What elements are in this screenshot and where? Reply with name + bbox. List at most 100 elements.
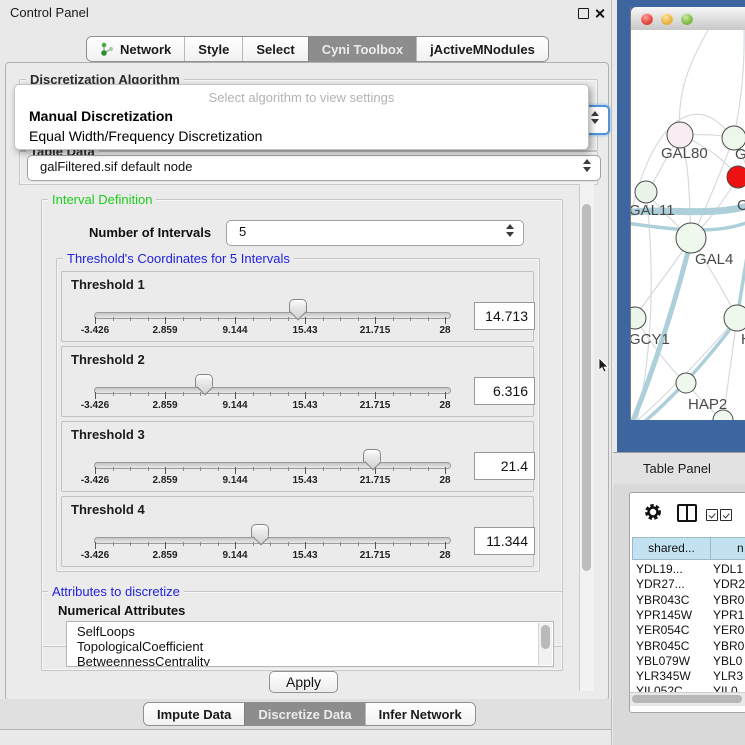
minor-tick (358, 542, 359, 546)
panel-title: Control Panel (10, 5, 89, 20)
network-node[interactable] (676, 373, 696, 393)
threshold-value-field[interactable]: 21.4 (474, 452, 535, 480)
minor-tick (148, 542, 149, 546)
checkbox-icon[interactable] (720, 509, 732, 521)
columns-icon[interactable] (677, 504, 697, 522)
node-label: G (735, 146, 745, 163)
minor-tick (200, 317, 201, 321)
column-header-shared[interactable]: shared... (632, 537, 711, 560)
num-intervals-spinner[interactable]: 5 (226, 220, 524, 246)
threshold-value-field[interactable]: 11.344 (474, 527, 535, 555)
threshold-value-field[interactable]: 14.713 (474, 302, 535, 330)
tab-jactivemnodules[interactable]: jActiveMNodules (416, 37, 548, 61)
network-node[interactable] (727, 166, 745, 188)
network-window: GAL80GCGAL11GAL4GCY1HHAP2 (630, 7, 745, 420)
algorithm-dropdown-popup: Select algorithm to view settings Manual… (14, 84, 589, 150)
minor-tick (358, 317, 359, 321)
minor-tick (270, 542, 271, 546)
major-tick (305, 467, 306, 474)
attribute-item[interactable]: TopologicalCoefficient (77, 639, 203, 654)
checkbox-icon[interactable] (706, 509, 718, 521)
network-canvas[interactable]: GAL80GCGAL11GAL4GCY1HHAP2 (631, 30, 745, 420)
bottom-tab-impute-data[interactable]: Impute Data (144, 703, 244, 725)
panel-scrollbar[interactable] (579, 184, 594, 691)
panel-scrollbar-thumb[interactable] (582, 204, 591, 571)
close-icon[interactable] (594, 8, 605, 19)
bottom-tab-discretize-data[interactable]: Discretize Data (244, 703, 364, 725)
attributes-scrollbar[interactable] (538, 623, 552, 665)
minor-tick (200, 467, 201, 471)
major-tick (165, 467, 166, 474)
major-tick (305, 392, 306, 399)
threshold-value-field[interactable]: 6.316 (474, 377, 535, 405)
table-hscrollbar-thumb[interactable] (632, 695, 742, 703)
node-label: GAL80 (661, 145, 708, 162)
minor-tick (428, 317, 429, 321)
algorithm-hint: Select algorithm to view settings (15, 90, 588, 105)
algorithm-option-2[interactable]: Equal Width/Frequency Discretization (16, 128, 589, 144)
network-edge[interactable] (631, 240, 691, 420)
major-tick (235, 542, 236, 549)
bottom-tab-bar: Impute DataDiscretize DataInfer Network (143, 702, 476, 726)
network-node[interactable] (724, 305, 745, 331)
tick-label: 2.859 (152, 400, 177, 411)
network-edge[interactable] (737, 226, 745, 318)
tab-select[interactable]: Select (242, 37, 307, 61)
node-label: HAP2 (688, 396, 727, 413)
tab-network[interactable]: Network (87, 37, 184, 61)
close-traffic-light[interactable] (641, 13, 653, 25)
tab-label: Network (120, 42, 171, 57)
minor-tick (113, 467, 114, 471)
thresholds-group-title: Threshold's Coordinates for 5 Intervals (63, 251, 294, 266)
slider-thumb[interactable] (251, 524, 269, 537)
mouse-cursor (598, 358, 610, 374)
minor-tick (148, 317, 149, 321)
minor-tick (253, 467, 254, 471)
bottom-panel-edge (0, 729, 612, 745)
numerical-attributes-list[interactable]: SelfLoopsTopologicalCoefficientBetweenne… (66, 621, 554, 667)
tab-cyni-toolbox[interactable]: Cyni Toolbox (308, 37, 416, 61)
column-header-name[interactable]: n (710, 537, 745, 560)
network-edge[interactable] (734, 30, 744, 138)
threshold-panel-3: Threshold 3-3.4262.8599.14415.4321.71528… (61, 421, 534, 492)
algorithm-option-1[interactable]: Manual Discretization (16, 108, 589, 124)
minor-tick (323, 317, 324, 321)
float-icon[interactable] (578, 8, 589, 19)
table-hscrollbar[interactable] (630, 692, 745, 706)
table-panel-title: Table Panel (643, 461, 711, 476)
cell-shared-name: YLR345W (636, 669, 691, 683)
attribute-item[interactable]: SelfLoops (77, 624, 135, 639)
network-edge[interactable] (679, 30, 711, 135)
slider-thumb[interactable] (289, 299, 307, 312)
gear-icon[interactable] (643, 502, 663, 522)
bottom-tab-infer-network[interactable]: Infer Network (365, 703, 475, 725)
network-node[interactable] (676, 223, 706, 253)
tab-label: Select (256, 42, 294, 57)
threshold-panel-1: Threshold 1-3.4262.8599.14415.4321.71528… (61, 271, 534, 342)
panel-divider[interactable] (611, 0, 612, 745)
minor-tick (340, 392, 341, 396)
zoom-traffic-light[interactable] (681, 13, 693, 25)
control-panel-titlebar: Control Panel (0, 0, 612, 26)
attribute-item[interactable]: BetweennessCentrality (77, 654, 210, 667)
tab-style[interactable]: Style (184, 37, 242, 61)
minor-tick (218, 467, 219, 471)
threshold-label: Threshold 2 (71, 352, 145, 367)
minor-tick (130, 392, 131, 396)
network-node[interactable] (631, 307, 646, 329)
network-window-titlebar[interactable] (631, 7, 745, 31)
cell-shared-name: YBR043C (636, 593, 689, 607)
slider-thumb[interactable] (195, 374, 213, 387)
slider-thumb[interactable] (363, 449, 381, 462)
minimize-traffic-light[interactable] (661, 13, 673, 25)
apply-button[interactable]: Apply (269, 671, 338, 693)
table-data-combo[interactable]: galFiltered.sif default node (27, 155, 601, 181)
top-tab-bar: Network Style Select Cyni ToolboxjActiveMNo… (86, 36, 549, 62)
minor-tick (393, 317, 394, 321)
minor-tick (113, 542, 114, 546)
minor-tick (428, 467, 429, 471)
network-node[interactable] (635, 181, 657, 203)
minor-tick (358, 467, 359, 471)
major-tick (375, 392, 376, 399)
minor-tick (393, 392, 394, 396)
